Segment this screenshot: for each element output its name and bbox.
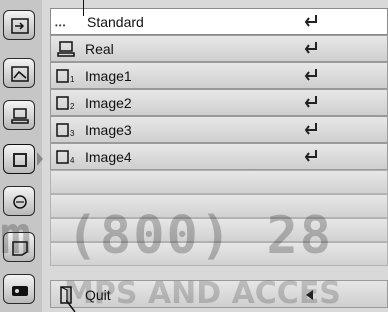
computer-button[interactable]: [3, 100, 35, 130]
image-slot-icon: 2: [56, 96, 75, 111]
image-slot-icon: 3: [56, 123, 75, 138]
svg-text:1: 1: [70, 75, 75, 84]
image-adjust-icon: [11, 66, 29, 82]
enter-icon: [304, 42, 317, 54]
dots-icon: •••: [55, 21, 67, 30]
enter-icon: [304, 150, 317, 162]
pointer-line: [66, 300, 76, 312]
projector-icon: [12, 286, 28, 296]
enter-icon: [304, 69, 317, 81]
enter-icon: [304, 123, 317, 135]
image-slot-icon: 1: [56, 69, 75, 84]
menu-item-label: Image1: [85, 68, 132, 84]
enter-icon: [304, 15, 317, 27]
setting-button[interactable]: [3, 274, 35, 304]
input-select-button[interactable]: [3, 10, 35, 40]
menu-item-real[interactable]: Real: [50, 35, 388, 62]
menu-item-image3[interactable]: 3 Image3: [50, 116, 388, 143]
computer-icon: [11, 108, 29, 124]
watermark-phone: m (800) 28: [0, 206, 334, 266]
display-adjust-button[interactable]: [3, 58, 35, 88]
menu-item-image4[interactable]: 4 Image4: [50, 143, 388, 170]
menu-item-label: Image3: [85, 122, 132, 138]
monitor-icon: [57, 41, 75, 57]
empty-row: [50, 170, 388, 194]
svg-text:2: 2: [70, 102, 75, 111]
image-select-button[interactable]: [3, 144, 35, 174]
enter-icon: [304, 96, 317, 108]
svg-text:4: 4: [70, 156, 75, 165]
input-icon: [11, 18, 29, 34]
menu-item-image1[interactable]: 1 Image1: [50, 62, 388, 89]
menu-item-image2[interactable]: 2 Image2: [50, 89, 388, 116]
image-slot-icon: 4: [56, 150, 75, 165]
watermark-text: MPS AND ACCES: [64, 276, 341, 311]
svg-text:3: 3: [70, 129, 75, 138]
menu-item-label: Real: [85, 41, 114, 57]
active-indicator-arrow: [37, 152, 43, 166]
menu-item-standard[interactable]: ••• Standard: [50, 8, 388, 35]
menu-item-label: Image2: [85, 95, 132, 111]
menu-item-label: Image4: [85, 149, 132, 165]
menu-item-label: Standard: [87, 14, 144, 30]
image-select-icon: [13, 153, 27, 167]
pointer-line: [83, 0, 84, 16]
